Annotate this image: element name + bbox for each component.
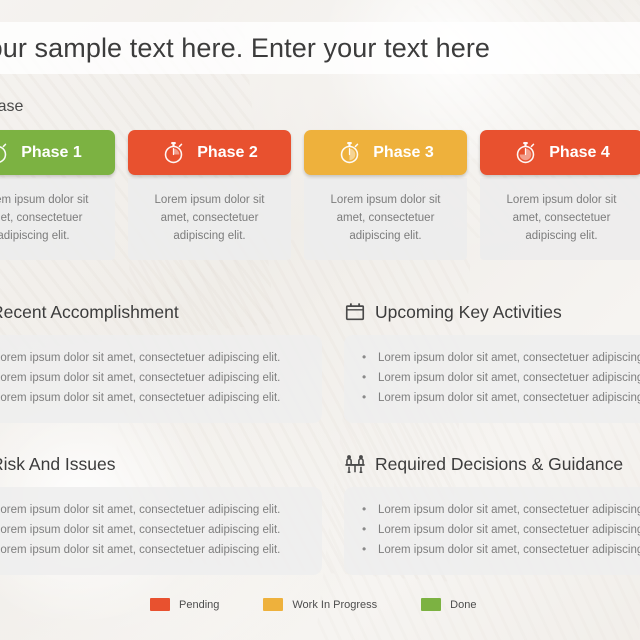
title-bar: your sample text here. Enter your text h…	[0, 22, 640, 74]
phase-label: Phase 3	[373, 143, 434, 161]
calendar-icon	[345, 303, 365, 321]
list-item: Lorem ipsum dolor sit amet, consectetuer…	[0, 520, 306, 540]
legend-swatch	[150, 598, 170, 611]
phase-card-row: Phase 1 Lorem ipsum dolor sit amet, conse…	[0, 130, 640, 260]
list-item: Lorem ipsum dolor sit amet, consectetuer…	[354, 367, 640, 388]
section-list: Lorem ipsum dolor sit amet, consectetuer…	[0, 500, 306, 560]
legend-label: Work In Progress	[292, 598, 378, 611]
phase-body-text: Lorem ipsum dolor sit amet, consectetuer…	[128, 178, 291, 260]
section-header: Upcoming Key Activities	[344, 298, 640, 326]
legend-label: Pending	[179, 598, 220, 611]
list-item: Lorem ipsum dolor sit amet, consectetuer…	[0, 368, 306, 388]
phase-header-2[interactable]: Phase 2	[128, 130, 291, 175]
section-list: Lorem ipsum dolor sit amet, consectetuer…	[0, 348, 306, 408]
section-recent-accomplishment: Recent Accomplishment Lorem ipsum dolor …	[0, 298, 322, 424]
stopwatch-icon	[165, 142, 183, 164]
section-list: Lorem ipsum dolor sit amet, consectetuer…	[354, 347, 640, 408]
phase-card[interactable]: Phase 4 Lorem ipsum dolor sit amet, conse…	[480, 130, 640, 260]
section-title: Required Decisions & Guidance	[375, 453, 624, 474]
section-header: Required Decisions & Guidance	[344, 450, 640, 478]
meeting-icon	[345, 455, 365, 474]
section-title: Upcoming Key Activities	[375, 301, 562, 322]
phase-header-3[interactable]: Phase 3	[304, 130, 467, 175]
legend-label: Done	[450, 598, 477, 611]
section-list: Lorem ipsum dolor sit amet, consectetuer…	[354, 499, 640, 560]
phase-body-text: Lorem ipsum dolor sit amet, consectetuer…	[0, 178, 115, 260]
legend-swatch	[421, 598, 442, 611]
legend-item: Pending	[150, 598, 219, 611]
phase-label: Phase 2	[197, 143, 258, 161]
list-item: Lorem ipsum dolor sit amet, consectetuer…	[354, 347, 640, 368]
stopwatch-icon	[0, 142, 7, 163]
status-legend: Pending Work In Progress Done	[150, 598, 476, 611]
phase-body-text: Lorem ipsum dolor sit amet, consectetuer…	[480, 178, 640, 260]
section-title: Recent Accomplishment	[0, 301, 179, 322]
list-item: Lorem ipsum dolor sit amet, consectetuer…	[354, 387, 640, 408]
list-item: Lorem ipsum dolor sit amet, consectetuer…	[354, 539, 640, 560]
stopwatch-icon	[341, 142, 359, 164]
phase-header-1[interactable]: Phase 1	[0, 130, 115, 175]
legend-swatch	[263, 598, 284, 611]
page-title: your sample text here. Enter your text h…	[0, 32, 491, 63]
stopwatch-icon	[517, 142, 535, 164]
section-panel: Lorem ipsum dolor sit amet, consectetuer…	[344, 335, 640, 424]
section-required-decisions-guidance: Required Decisions & Guidance Lorem ipsu…	[344, 450, 640, 576]
phase-label: Phase 1	[21, 143, 82, 161]
legend-item: Done	[421, 598, 476, 611]
section-risk-and-issues: Risk And Issues Lorem ipsum dolor sit am…	[0, 450, 322, 576]
section-header: Risk And Issues	[0, 450, 322, 478]
section-header: Recent Accomplishment	[0, 298, 322, 326]
slide-canvas: your sample text here. Enter your text h…	[0, 0, 640, 640]
section-title: Risk And Issues	[0, 453, 116, 474]
phase-card[interactable]: Phase 2 Lorem ipsum dolor sit amet, conse…	[128, 130, 291, 260]
section-panel: Lorem ipsum dolor sit amet, consectetuer…	[344, 487, 640, 576]
list-item: Lorem ipsum dolor sit amet, consectetuer…	[0, 500, 306, 520]
phase-section-label: Phase	[0, 98, 24, 115]
section-panel: Lorem ipsum dolor sit amet, consectetuer…	[0, 335, 322, 424]
list-item: Lorem ipsum dolor sit amet, consectetuer…	[0, 540, 306, 560]
legend-item: Work In Progress	[263, 598, 377, 611]
phase-label: Phase 4	[549, 143, 610, 161]
phase-body-text: Lorem ipsum dolor sit amet, consectetuer…	[304, 178, 467, 260]
list-item: Lorem ipsum dolor sit amet, consectetuer…	[0, 348, 306, 368]
phase-card[interactable]: Phase 1 Lorem ipsum dolor sit amet, conse…	[0, 130, 115, 260]
list-item: Lorem ipsum dolor sit amet, consectetuer…	[354, 499, 640, 520]
section-panel: Lorem ipsum dolor sit amet, consectetuer…	[0, 487, 322, 576]
phase-card[interactable]: Phase 3 Lorem ipsum dolor sit amet, conse…	[304, 130, 467, 260]
section-upcoming-key-activities: Upcoming Key Activities Lorem ipsum dolo…	[344, 298, 640, 424]
list-item: Lorem ipsum dolor sit amet, consectetuer…	[354, 519, 640, 540]
list-item: Lorem ipsum dolor sit amet, consectetuer…	[0, 388, 306, 408]
phase-header-4[interactable]: Phase 4	[480, 130, 640, 175]
